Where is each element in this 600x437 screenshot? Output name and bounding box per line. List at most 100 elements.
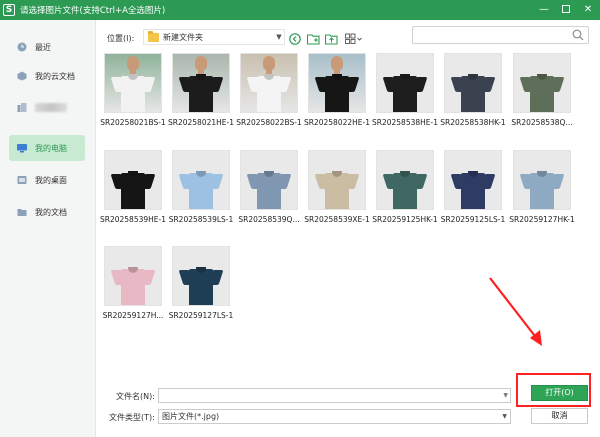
chevron-down-icon[interactable]: ▼ [503,392,508,399]
shirt-image [519,70,565,112]
shirt-image [246,56,292,112]
folder-icon [17,207,27,217]
search-input[interactable] [417,27,567,43]
file-name: SR20258021HE-1 [167,118,234,127]
file-item[interactable]: SR20258538HE-1 [372,53,438,127]
annotation-arrow-icon [489,277,542,346]
file-name: SR20258538HE-1 [371,118,438,127]
sidebar-item-desktop[interactable]: 我的桌面 [9,167,85,193]
sidebar: 最近 我的云文档 我的电脑 我的桌面 我的文档 [0,20,96,437]
sidebar-item-documents[interactable]: 我的文档 [9,199,85,225]
file-name: SR20258539XE-1 [304,215,370,224]
file-thumbnail [104,150,162,210]
file-name: SR20259127HK-1 [509,215,575,224]
file-thumbnail [444,53,502,113]
shirt-image [110,263,156,305]
file-thumbnail [513,53,571,113]
file-name: SR20259127LS-1 [168,311,234,320]
file-name: SR20259127H... [102,311,164,320]
path-dropdown[interactable]: 新建文件夹 ▼ [143,29,285,45]
file-thumbnail [172,53,230,113]
view-mode-icon[interactable] [344,32,364,45]
shirt-image [246,167,292,209]
file-thumbnail [376,53,434,113]
location-label: 位置(I): [107,34,135,43]
file-thumbnail [513,150,571,210]
file-item[interactable]: SR20258022HE-1 [304,53,370,127]
cloud-doc-icon [17,71,27,81]
file-item[interactable]: SR20258021HE-1 [168,53,234,127]
file-item[interactable]: SR20258538HK-1 [440,53,506,127]
file-item[interactable]: SR20258539LS-1 [169,150,233,224]
filename-input[interactable]: ▼ [158,388,511,403]
minimize-button[interactable]: — [536,2,552,18]
upload-folder-icon[interactable] [324,32,338,45]
shirt-image [178,263,224,305]
sidebar-item-cloud-docs[interactable]: 我的云文档 [9,63,85,89]
shirt-image [450,167,496,209]
file-name: SR20258539HE-1 [99,215,166,224]
shirt-image [450,70,496,112]
file-item[interactable]: SR20258539XE-1 [304,150,370,224]
app-logo-icon: S [3,4,15,16]
folder-icon [148,30,159,42]
computer-icon [17,143,27,153]
file-thumbnail [444,150,502,210]
path-text: 新建文件夹 [163,32,203,42]
filetype-label: 文件类型(T): [109,413,155,422]
sidebar-item-label: 我的云文档 [35,71,75,81]
sidebar-item-recent[interactable]: 最近 [9,34,85,60]
shirt-image [178,56,224,112]
file-name: SR20259125LS-1 [440,215,506,224]
file-thumbnail [104,53,162,113]
shirt-image [178,167,224,209]
file-item[interactable]: SR20259127LS-1 [169,246,233,320]
shirt-image [314,56,360,112]
clock-icon [17,42,27,52]
close-button[interactable]: ✕ [580,2,596,18]
sidebar-item-blurred[interactable] [9,94,85,120]
file-item[interactable]: SR20259125HK-1 [372,150,438,224]
file-item[interactable]: SR20259127H... [101,246,165,320]
file-item[interactable]: SR20258539HE-1 [100,150,166,224]
sidebar-item-label: 我的文档 [35,207,67,217]
file-name: SR20258538HK-1 [440,118,506,127]
file-item[interactable]: SR20259127HK-1 [509,150,575,224]
shirt-image [519,167,565,209]
file-item[interactable]: SR20259125LS-1 [441,150,505,224]
file-name: SR20258539Q... [238,215,300,224]
desktop-icon [17,175,27,185]
search-icon[interactable] [572,29,584,43]
file-item[interactable]: SR20258022BS-1 [236,53,302,127]
file-item[interactable]: SR20258021BS-1 [100,53,166,127]
file-item[interactable]: SR20258538Q... [510,53,574,127]
shirt-image [314,167,360,209]
title-bar: S 请选择图片文件(支持Ctrl+A全选图片) — ✕ [0,0,600,20]
sidebar-item-label: 我的电脑 [35,143,67,153]
file-name: SR20258539LS-1 [168,215,234,224]
file-item[interactable]: SR20258539Q... [237,150,301,224]
file-thumbnail [172,150,230,210]
cancel-button[interactable]: 取消 [531,408,588,424]
file-thumbnail [240,53,298,113]
chevron-down-icon: ▼ [502,413,507,420]
maximize-button[interactable] [558,2,574,18]
file-thumbnail [240,150,298,210]
sidebar-item-label: 我的桌面 [35,175,67,185]
blurred-label [35,102,67,112]
filetype-select[interactable]: 图片文件(*.jpg) ▼ [158,409,511,424]
maximize-icon [562,5,570,13]
shirt-image [110,56,156,112]
file-name: SR20258538Q... [511,118,573,127]
search-field[interactable] [412,26,589,44]
file-thumbnail [104,246,162,306]
sidebar-item-my-computer[interactable]: 我的电脑 [9,135,85,161]
shirt-image [110,167,156,209]
new-folder-icon[interactable] [306,32,320,45]
sidebar-item-label: 最近 [35,42,51,52]
filename-label: 文件名(N): [116,392,155,401]
open-button[interactable]: 打开(O) [531,385,588,401]
shirt-image [382,70,428,112]
window-title: 请选择图片文件(支持Ctrl+A全选图片) [20,6,166,16]
back-icon[interactable] [288,32,302,45]
